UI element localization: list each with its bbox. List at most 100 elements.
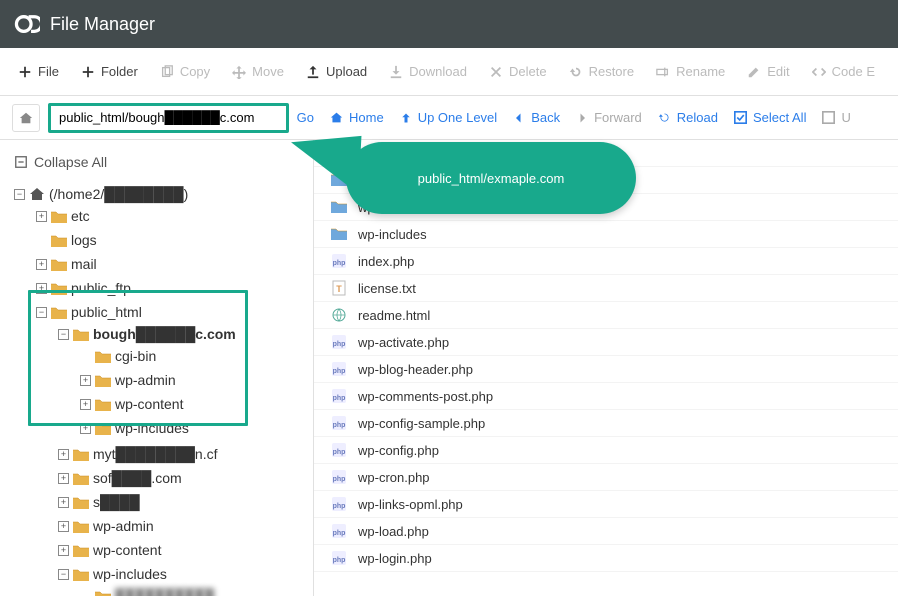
tree-item[interactable]: + wp-content: [80, 394, 309, 414]
file-row[interactable]: phpwp-blog-header.php: [314, 356, 898, 383]
expand-toggle[interactable]: +: [80, 399, 91, 410]
expand-toggle[interactable]: +: [58, 545, 69, 556]
rename-button[interactable]: Rename: [646, 58, 735, 85]
go-button[interactable]: Go: [297, 110, 314, 125]
tree-item[interactable]: logs: [36, 230, 309, 250]
tree-item[interactable]: +etc: [36, 206, 309, 226]
nav-forward-link[interactable]: Forward: [576, 110, 642, 125]
file-row[interactable]: wp-includes: [314, 221, 898, 248]
expand-toggle[interactable]: +: [58, 521, 69, 532]
tree-item[interactable]: + public_ftp: [36, 278, 309, 298]
new-file-button[interactable]: File: [8, 58, 69, 85]
copy-button[interactable]: Copy: [150, 58, 220, 85]
unselect-all-link[interactable]: U: [822, 110, 850, 125]
tree-item[interactable]: +wp-admin: [58, 516, 309, 536]
tree-item[interactable]: + s████: [58, 492, 309, 512]
tree-root[interactable]: − (/home2/████████): [14, 184, 309, 204]
expand-toggle[interactable]: −: [58, 569, 69, 580]
file-name: wp-activate.php: [358, 335, 449, 350]
select-all-link[interactable]: Select All: [734, 110, 806, 125]
link-label: U: [841, 110, 850, 125]
expand-toggle: [80, 591, 91, 596]
tree-item[interactable]: −public_html: [36, 302, 309, 322]
expand-toggle[interactable]: +: [58, 449, 69, 460]
folder-icon: [95, 421, 111, 435]
move-button[interactable]: Move: [222, 58, 294, 85]
left-arrow-icon: [513, 112, 525, 124]
tree-label: public_ftp: [71, 278, 131, 298]
tree-item[interactable]: + myt████████n.cf: [58, 444, 309, 464]
expand-toggle[interactable]: +: [36, 211, 47, 222]
nav-back-link[interactable]: Back: [513, 110, 560, 125]
tree-label: wp-content: [115, 394, 183, 414]
expand-toggle[interactable]: +: [58, 473, 69, 484]
expand-toggle[interactable]: +: [36, 259, 47, 270]
svg-text:php: php: [333, 503, 346, 510]
move-icon: [232, 65, 246, 79]
file-row[interactable]: phpwp-links-opml.php: [314, 491, 898, 518]
edit-button[interactable]: Edit: [737, 58, 799, 85]
file-row[interactable]: phpwp-config.php: [314, 437, 898, 464]
file-row[interactable]: phpwp-load.php: [314, 518, 898, 545]
tree-label: logs: [71, 230, 97, 250]
toolbar-label: Restore: [589, 64, 635, 79]
file-row[interactable]: phpwp-activate.php: [314, 329, 898, 356]
home-icon: [29, 187, 45, 201]
toolbar-label: Upload: [326, 64, 367, 79]
tree-item[interactable]: + wp-admin: [80, 370, 309, 390]
upload-button[interactable]: Upload: [296, 58, 377, 85]
check-icon: [734, 111, 747, 124]
code-editor-button[interactable]: Code E: [802, 58, 885, 85]
download-button[interactable]: Download: [379, 58, 477, 85]
file-row[interactable]: phpwp-comments-post.php: [314, 383, 898, 410]
tree-item[interactable]: +mail: [36, 254, 309, 274]
folder-icon: [51, 281, 67, 295]
nav-up-link[interactable]: Up One Level: [400, 110, 498, 125]
expand-toggle[interactable]: −: [14, 189, 25, 200]
expand-toggle[interactable]: −: [58, 329, 69, 340]
tree-item[interactable]: ██████████: [80, 586, 309, 596]
tree-item[interactable]: +wp-content: [58, 540, 309, 560]
folder-icon: [95, 349, 111, 363]
path-input[interactable]: [48, 103, 289, 133]
expand-toggle[interactable]: +: [80, 375, 91, 386]
toolbar-label: Edit: [767, 64, 789, 79]
folder-icon: [95, 589, 111, 596]
svg-text:php: php: [333, 476, 346, 483]
file-row[interactable]: phpwp-cron.php: [314, 464, 898, 491]
home-folder-button[interactable]: [12, 104, 40, 132]
tree-label: s████: [93, 492, 140, 512]
nav-reload-link[interactable]: Reload: [658, 110, 718, 125]
expand-toggle[interactable]: +: [58, 497, 69, 508]
file-row[interactable]: Tlicense.txt: [314, 275, 898, 302]
restore-button[interactable]: Restore: [559, 58, 645, 85]
expand-toggle[interactable]: −: [36, 307, 47, 318]
new-folder-button[interactable]: Folder: [71, 58, 148, 85]
file-row[interactable]: readme.html: [314, 302, 898, 329]
upload-icon: [306, 65, 320, 79]
folder-icon: [73, 327, 89, 341]
tree-label: myt████████n.cf: [93, 444, 217, 464]
file-row[interactable]: phpindex.php: [314, 248, 898, 275]
html-file-icon: [330, 306, 348, 324]
toolbar-label: Download: [409, 64, 467, 79]
tree-item[interactable]: cgi-bin: [80, 346, 309, 366]
tree-item[interactable]: +sof████.com: [58, 468, 309, 488]
collapse-all-button[interactable]: Collapse All: [4, 148, 309, 176]
file-row[interactable]: phpwp-config-sample.php: [314, 410, 898, 437]
file-row[interactable]: phpwp-login.php: [314, 545, 898, 572]
link-label: Forward: [594, 110, 642, 125]
expand-toggle[interactable]: +: [36, 283, 47, 294]
php-file-icon: php: [330, 522, 348, 540]
nav-home-link[interactable]: Home: [330, 110, 384, 125]
delete-button[interactable]: Delete: [479, 58, 557, 85]
tree-item[interactable]: −bough██████c.com: [58, 324, 309, 344]
svg-text:php: php: [333, 557, 346, 564]
tree-item[interactable]: −wp-includes: [58, 564, 309, 584]
expand-toggle[interactable]: +: [80, 423, 91, 434]
toolbar-label: Rename: [676, 64, 725, 79]
tree-item[interactable]: +wp-includes: [80, 418, 309, 438]
file-name: license.txt: [358, 281, 416, 296]
tree-label: wp-admin: [115, 370, 176, 390]
svg-text:php: php: [333, 530, 346, 537]
